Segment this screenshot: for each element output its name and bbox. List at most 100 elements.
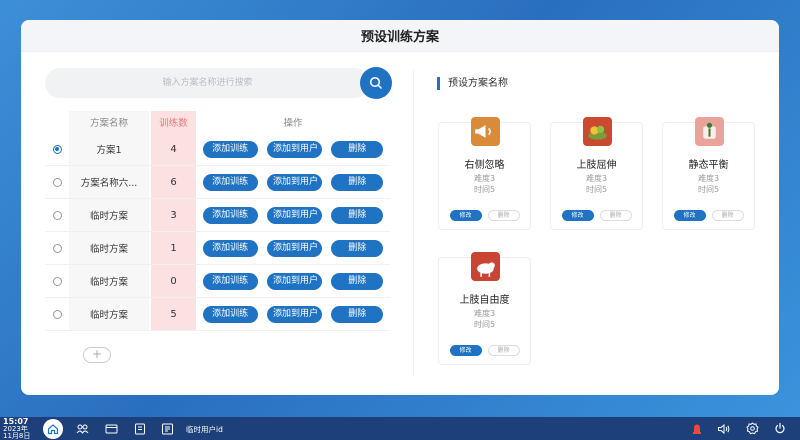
card-title: 上肢自由度 xyxy=(459,295,510,306)
add-to-user-button[interactable]: 添加到用户 xyxy=(266,272,322,290)
row-actions: 添加训练 添加到用户 删除 xyxy=(196,265,390,297)
table-header: 方案名称 训练数 操作 xyxy=(45,111,390,133)
row-radio-cell[interactable] xyxy=(45,144,69,154)
table-row[interactable]: 临时方案 3 添加训练 添加到用户 删除 xyxy=(45,199,390,232)
table-row[interactable]: 方案名称六... 6 添加训练 添加到用户 删除 xyxy=(45,166,390,199)
add-training-button[interactable]: 添加训练 xyxy=(202,206,258,224)
current-user: 临时用户id xyxy=(186,425,223,434)
delete-plan-button[interactable]: 删除 xyxy=(331,305,384,323)
card-difficulty: 难度3 xyxy=(473,174,496,183)
add-to-user-button[interactable]: 添加到用户 xyxy=(266,206,322,224)
taskbar-alert-button[interactable] xyxy=(690,422,704,435)
row-training-count: 5 xyxy=(151,298,196,330)
taskbar: 15:07 2023年 11月8日 临时用户id xyxy=(0,417,800,440)
card-delete-button[interactable]: 删除 xyxy=(487,210,520,221)
row-actions: 添加训练 添加到用户 删除 xyxy=(196,133,390,165)
row-radio-cell[interactable] xyxy=(45,177,69,187)
add-training-button[interactable]: 添加训练 xyxy=(202,272,258,290)
row-plan-name: 临时方案 xyxy=(69,298,149,330)
preset-card[interactable]: 静态平衡 难度3 时间5 修改 删除 xyxy=(662,117,755,230)
search-icon xyxy=(369,76,382,89)
taskbar-settings-button[interactable] xyxy=(745,422,759,435)
row-plan-name: 方案1 xyxy=(69,133,149,165)
home-icon xyxy=(47,424,59,435)
preset-card[interactable]: 上肢自由度 难度3 时间5 修改 删除 xyxy=(438,252,531,365)
header-name: 方案名称 xyxy=(69,111,149,133)
row-actions: 添加训练 添加到用户 删除 xyxy=(196,199,390,231)
row-radio[interactable] xyxy=(52,276,62,286)
delete-plan-button[interactable]: 删除 xyxy=(331,239,384,257)
card-edit-button[interactable]: 修改 xyxy=(561,210,594,221)
card-delete-button[interactable]: 删除 xyxy=(487,345,520,356)
taskbar-volume-button[interactable] xyxy=(717,422,731,435)
card-delete-button[interactable]: 删除 xyxy=(711,210,744,221)
delete-plan-button[interactable]: 删除 xyxy=(331,206,384,224)
card-delete-button[interactable]: 删除 xyxy=(599,210,632,221)
row-radio[interactable] xyxy=(52,144,62,154)
table-row[interactable]: 临时方案 5 添加训练 添加到用户 删除 xyxy=(45,298,390,331)
settings-icon xyxy=(745,422,759,435)
card-edit-button[interactable]: 修改 xyxy=(449,210,482,221)
row-radio-cell[interactable] xyxy=(45,243,69,253)
add-training-button[interactable]: 添加训练 xyxy=(202,305,258,323)
taskbar-home-button[interactable] xyxy=(43,419,63,439)
table-row[interactable]: 临时方案 0 添加训练 添加到用户 删除 xyxy=(45,265,390,298)
search-button[interactable] xyxy=(360,67,392,99)
card-title: 右侧忽略 xyxy=(464,160,505,171)
row-plan-name: 临时方案 xyxy=(69,232,149,264)
row-actions: 添加训练 添加到用户 删除 xyxy=(196,232,390,264)
row-radio-cell[interactable] xyxy=(45,210,69,220)
row-plan-name: 临时方案 xyxy=(69,199,149,231)
taskbar-document-button[interactable] xyxy=(160,422,174,435)
card-time: 时间5 xyxy=(473,320,496,329)
header-count: 训练数 xyxy=(151,111,196,133)
balance-figure-icon xyxy=(695,117,724,146)
taskbar-report-button[interactable] xyxy=(133,422,147,435)
add-to-user-button[interactable]: 添加到用户 xyxy=(266,140,322,158)
card-difficulty: 难度3 xyxy=(473,309,496,318)
folder-icon xyxy=(105,424,117,434)
add-training-button[interactable]: 添加训练 xyxy=(202,140,258,158)
delete-plan-button[interactable]: 删除 xyxy=(331,173,384,191)
row-radio-cell[interactable] xyxy=(45,309,69,319)
delete-plan-button[interactable]: 删除 xyxy=(331,272,384,290)
preset-card[interactable]: 右侧忽略 难度3 时间5 修改 删除 xyxy=(438,117,531,230)
delete-plan-button[interactable]: 删除 xyxy=(331,140,384,158)
card-difficulty: 难度3 xyxy=(585,174,608,183)
card-edit-button[interactable]: 修改 xyxy=(673,210,706,221)
preset-card[interactable]: 上肢屈伸 难度3 时间5 修改 删除 xyxy=(550,117,643,230)
card-time: 时间5 xyxy=(473,185,496,194)
add-to-user-button[interactable]: 添加到用户 xyxy=(266,239,322,257)
row-plan-name: 临时方案 xyxy=(69,265,149,297)
taskbar-power-button[interactable] xyxy=(773,422,787,435)
card-edit-button[interactable]: 修改 xyxy=(449,345,482,356)
row-training-count: 0 xyxy=(151,265,196,297)
add-to-user-button[interactable]: 添加到用户 xyxy=(266,173,322,191)
row-radio-cell[interactable] xyxy=(45,276,69,286)
row-radio[interactable] xyxy=(52,210,62,220)
row-training-count: 3 xyxy=(151,199,196,231)
row-radio[interactable] xyxy=(52,309,62,319)
taskbar-folder-button[interactable] xyxy=(104,422,118,435)
alert-icon xyxy=(693,424,701,434)
row-radio[interactable] xyxy=(52,243,62,253)
add-to-user-button[interactable]: 添加到用户 xyxy=(266,305,322,323)
search-input[interactable] xyxy=(45,68,370,98)
header-ops: 操作 xyxy=(283,118,303,129)
taskbar-group-button[interactable] xyxy=(75,422,89,435)
row-actions: 添加训练 添加到用户 删除 xyxy=(196,298,390,330)
page-title: 预设训练方案 xyxy=(21,20,779,52)
report-icon xyxy=(135,423,145,434)
card-time: 时间5 xyxy=(585,185,608,194)
row-training-count: 4 xyxy=(151,133,196,165)
add-plan-button[interactable]: + xyxy=(83,347,111,363)
table-row[interactable]: 临时方案 1 添加训练 添加到用户 删除 xyxy=(45,232,390,265)
sheep-icon xyxy=(471,252,500,281)
add-training-button[interactable]: 添加训练 xyxy=(202,173,258,191)
row-radio[interactable] xyxy=(52,177,62,187)
table-row[interactable]: 方案1 4 添加训练 添加到用户 删除 xyxy=(45,133,390,166)
card-actions: 修改 删除 xyxy=(439,345,530,356)
add-training-button[interactable]: 添加训练 xyxy=(202,239,258,257)
power-icon xyxy=(775,422,785,434)
row-plan-name: 方案名称六... xyxy=(69,166,149,198)
